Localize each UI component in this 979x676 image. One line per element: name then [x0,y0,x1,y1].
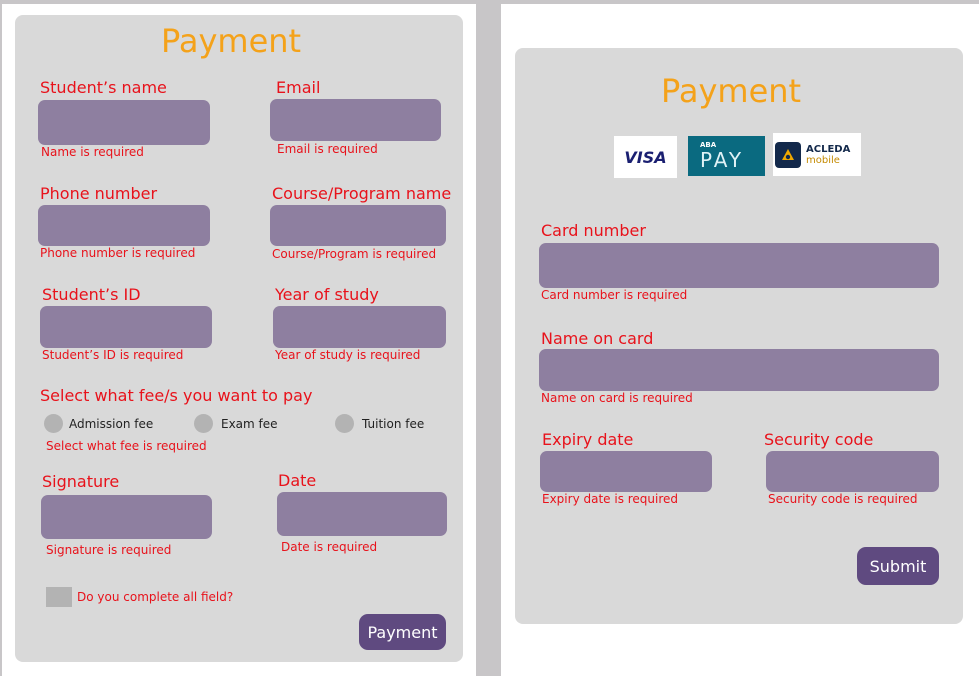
confirm-checkbox-label: Do you complete all field? [77,590,234,604]
security-code-label: Security code [764,430,874,449]
phone-error: Phone number is required [40,246,196,260]
acleda-logo[interactable]: ACLEDA mobile [773,133,861,176]
course-input[interactable] [270,205,446,246]
aba-pay-logo[interactable]: ABA PAY [688,136,765,176]
exam-fee-radio[interactable] [194,414,213,433]
payment-button[interactable]: Payment [359,614,446,650]
name-on-card-input[interactable] [539,349,939,391]
date-error: Date is required [281,540,378,554]
name-on-card-error: Name on card is required [541,391,693,405]
year-input[interactable] [273,306,446,348]
submit-button[interactable]: Submit [857,547,939,585]
right-page-title: Payment [661,72,802,110]
signature-label: Signature [42,472,120,491]
signature-input[interactable] [41,495,212,539]
card-number-label: Card number [541,221,646,240]
card-number-input[interactable] [539,243,939,288]
name-on-card-label: Name on card [541,329,654,348]
student-name-label: Student’s name [40,78,167,97]
student-id-label: Student’s ID [42,285,141,304]
security-code-input[interactable] [766,451,939,492]
admission-fee-radio[interactable] [44,414,63,433]
year-label: Year of study [275,285,379,304]
expiry-date-input[interactable] [540,451,712,492]
email-input[interactable] [270,99,441,141]
student-name-input[interactable] [38,100,210,145]
exam-fee-option: Exam fee [221,417,278,431]
security-code-error: Security code is required [768,492,918,506]
acleda-mobile-text: mobile [806,154,840,166]
left-page-title: Payment [161,22,302,60]
tuition-fee-option: Tuition fee [362,417,425,431]
phone-input[interactable] [38,205,210,246]
acleda-text: ACLEDA [806,143,851,155]
visa-logo[interactable]: VISA [614,136,677,178]
visa-text: VISA [624,147,667,167]
acleda-emblem-icon [775,141,801,168]
email-error: Email is required [277,142,378,156]
date-label: Date [278,471,317,490]
course-error: Course/Program is required [272,247,437,261]
course-label: Course/Program name [272,184,452,203]
admission-fee-option: Admission fee [69,417,154,431]
pay-text: PAY [700,148,745,172]
fee-select-label: Select what fee/s you want to pay [40,386,313,405]
tuition-fee-radio[interactable] [335,414,354,433]
confirm-checkbox[interactable] [46,587,72,607]
card-number-error: Card number is required [541,288,688,302]
expiry-date-label: Expiry date [542,430,634,449]
student-id-error: Student’s ID is required [42,348,184,362]
year-error: Year of study is required [275,348,421,362]
fee-select-error: Select what fee is required [46,439,207,453]
phone-label: Phone number [40,184,158,203]
student-name-error: Name is required [41,145,144,159]
email-label: Email [276,78,321,97]
student-id-input[interactable] [40,306,212,348]
acleda-wordmark: ACLEDA mobile [806,144,850,166]
date-input[interactable] [277,492,447,536]
expiry-date-error: Expiry date is required [542,492,679,506]
signature-error: Signature is required [46,543,172,557]
